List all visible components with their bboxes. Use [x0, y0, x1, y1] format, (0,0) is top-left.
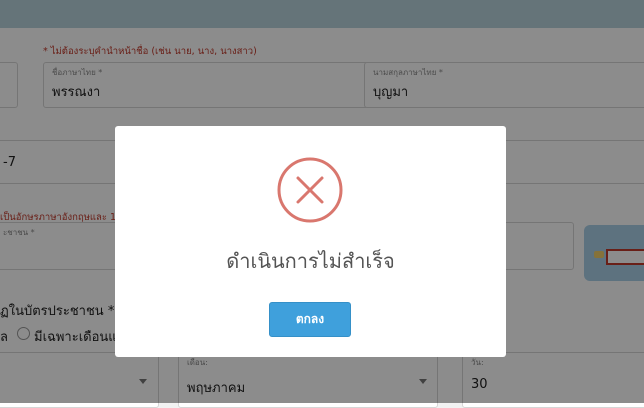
error-x-circle-icon	[277, 157, 343, 223]
dialog-title: ดำเนินการไม่สำเร็จ	[226, 249, 395, 273]
error-dialog: ดำเนินการไม่สำเร็จ ตกลง	[115, 126, 506, 357]
ok-button[interactable]: ตกลง	[269, 302, 351, 337]
